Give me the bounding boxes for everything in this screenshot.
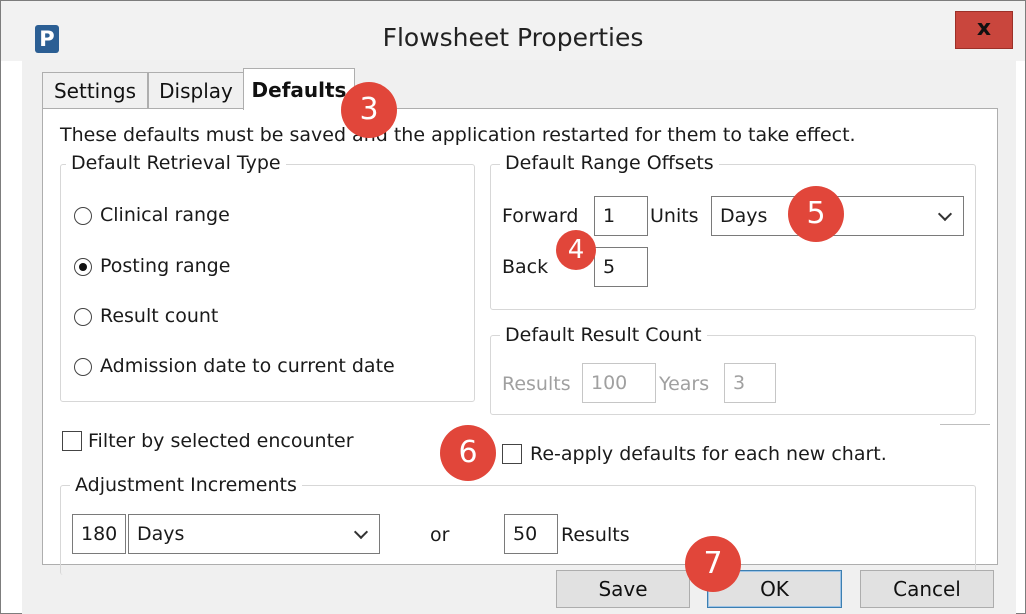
cancel-button[interactable]: Cancel [860, 570, 994, 608]
radio-admission-date[interactable] [74, 358, 92, 376]
increment-unit-value: Days [137, 523, 185, 545]
callout-6: 6 [440, 425, 496, 481]
units-label: Units [650, 205, 699, 227]
reapply-defaults-label[interactable]: Re-apply defaults for each new chart. [530, 443, 887, 465]
tab-defaults[interactable]: Defaults [243, 68, 355, 110]
increment-unit-select[interactable]: Days [128, 514, 380, 554]
radio-admission-date-label[interactable]: Admission date to current date [100, 355, 395, 377]
forward-label: Forward [502, 205, 579, 227]
forward-input[interactable]: 1 [594, 196, 648, 236]
radio-result-count-label[interactable]: Result count [100, 305, 218, 327]
increment-amount-input[interactable]: 180 [72, 514, 126, 554]
units-select-value: Days [720, 205, 768, 227]
radio-result-count[interactable] [74, 308, 92, 326]
tab-settings[interactable]: Settings [42, 72, 148, 109]
range-offsets-legend: Default Range Offsets [500, 152, 719, 174]
retrieval-type-legend: Default Retrieval Type [66, 152, 286, 174]
tab-display[interactable]: Display [148, 72, 244, 109]
years-input[interactable]: 3 [724, 363, 776, 403]
or-label: or [430, 524, 450, 546]
filter-encounter-label[interactable]: Filter by selected encounter [88, 430, 354, 452]
callout-4: 4 [556, 230, 596, 270]
years-label: Years [659, 373, 710, 395]
title-bar: P Flowsheet Properties x [1, 1, 1025, 61]
results-input[interactable]: 100 [582, 363, 656, 403]
results-label: Results [502, 373, 571, 395]
window-title: Flowsheet Properties [382, 23, 644, 52]
result-count-legend: Default Result Count [500, 324, 707, 346]
callout-3: 3 [341, 82, 397, 138]
restart-notice: These defaults must be saved and the app… [60, 124, 856, 146]
adjustment-increments-legend: Adjustment Increments [70, 474, 302, 496]
save-button[interactable]: Save [556, 570, 690, 608]
radio-posting-range[interactable] [74, 258, 92, 276]
reapply-defaults-checkbox[interactable] [502, 444, 522, 464]
radio-clinical-range-label[interactable]: Clinical range [100, 204, 230, 226]
radio-clinical-range[interactable] [74, 207, 92, 225]
close-button[interactable]: x [955, 11, 1013, 49]
callout-7: 7 [685, 536, 741, 592]
increment-results-input[interactable]: 50 [504, 514, 558, 554]
radio-posting-range-label[interactable]: Posting range [100, 255, 230, 277]
increment-results-label: Results [561, 524, 630, 546]
filter-encounter-checkbox[interactable] [62, 431, 82, 451]
divider [940, 424, 990, 425]
back-input[interactable]: 5 [594, 247, 648, 287]
back-label: Back [502, 256, 549, 278]
chevron-down-icon [353, 515, 369, 553]
callout-5: 5 [788, 186, 844, 242]
chevron-down-icon [937, 197, 953, 235]
